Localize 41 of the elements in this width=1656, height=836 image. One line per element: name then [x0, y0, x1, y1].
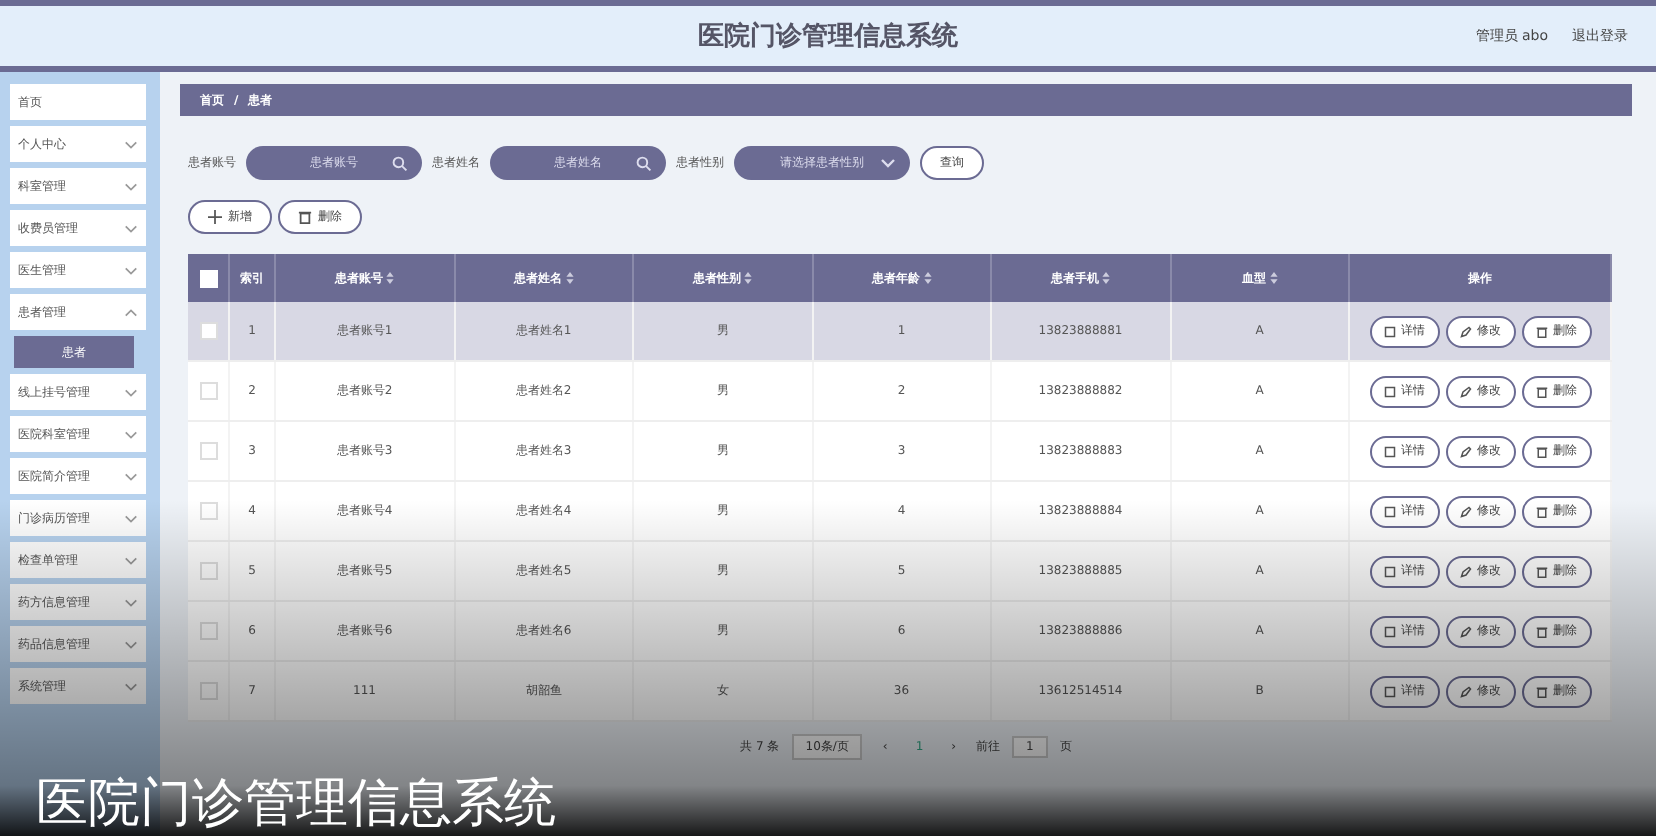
trash-icon — [1535, 685, 1547, 697]
checkbox[interactable] — [199, 622, 217, 640]
checkbox[interactable] — [199, 322, 217, 340]
pencil-icon — [1459, 445, 1471, 457]
sort-icon[interactable] — [744, 272, 753, 284]
checkbox[interactable] — [199, 682, 217, 700]
trash-icon — [298, 210, 312, 224]
pencil-icon — [1459, 385, 1471, 397]
document-icon — [1383, 565, 1395, 577]
document-icon — [1383, 625, 1395, 637]
pencil-icon — [1459, 505, 1471, 517]
document-icon — [1383, 685, 1395, 697]
pencil-icon — [1459, 565, 1471, 577]
sort-icon[interactable] — [1102, 272, 1111, 284]
trash-icon — [1535, 385, 1547, 397]
caption-text: 医院门诊管理信息系统 — [36, 772, 556, 836]
trash-icon — [1535, 565, 1547, 577]
document-icon — [1383, 445, 1395, 457]
pencil-icon — [1459, 625, 1471, 637]
app-title: 医院门诊管理信息系统 — [698, 19, 958, 54]
trash-icon — [1535, 325, 1547, 337]
plus-icon — [208, 210, 222, 224]
sort-icon[interactable] — [386, 272, 395, 284]
search-icon — [392, 155, 408, 171]
document-icon — [1383, 325, 1395, 337]
checkbox[interactable] — [199, 502, 217, 520]
pencil-icon — [1459, 325, 1471, 337]
trash-icon — [1535, 505, 1547, 517]
document-icon — [1383, 385, 1395, 397]
pencil-icon — [1459, 685, 1471, 697]
sort-icon[interactable] — [565, 272, 574, 284]
search-icon — [636, 155, 652, 171]
checkbox[interactable] — [199, 562, 217, 580]
trash-icon — [1535, 445, 1547, 457]
checkbox[interactable] — [199, 382, 217, 400]
chevron-icon — [880, 158, 896, 168]
checkbox[interactable] — [199, 442, 217, 460]
sort-icon[interactable] — [1269, 272, 1278, 284]
sort-icon[interactable] — [923, 272, 932, 284]
document-icon — [1383, 505, 1395, 517]
trash-icon — [1535, 625, 1547, 637]
